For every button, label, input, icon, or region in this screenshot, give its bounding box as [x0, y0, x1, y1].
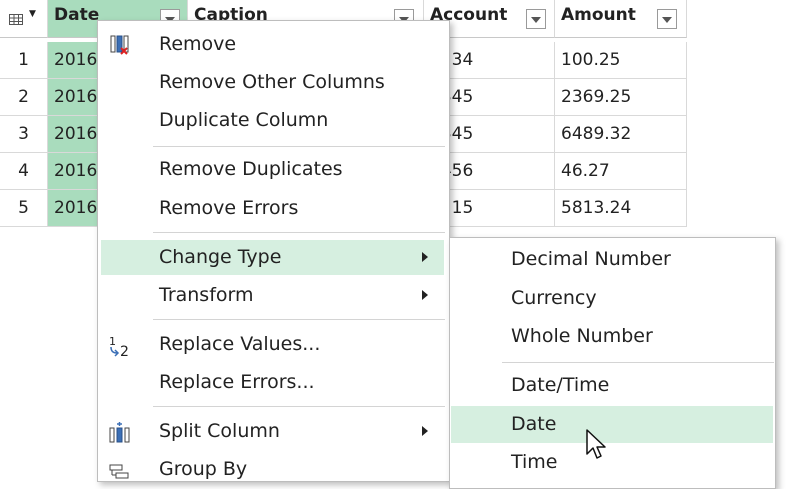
- submenu-item-currency[interactable]: Currency: [451, 280, 773, 317]
- submenu-arrow-icon: [422, 252, 428, 262]
- menu-item-replace-errors[interactable]: Replace Errors...: [101, 365, 444, 400]
- menu-item-label: Duplicate Column: [159, 109, 329, 131]
- submenu-item-whole-number[interactable]: Whole Number: [451, 318, 773, 355]
- table-cell-amount[interactable]: 100.25: [555, 42, 687, 79]
- menu-separator: [153, 406, 445, 407]
- submenu-item-label: Decimal Number: [511, 248, 671, 270]
- menu-separator: [153, 319, 445, 320]
- column-filter-dropdown[interactable]: [657, 9, 677, 29]
- menu-item-group-by[interactable]: Group By: [101, 452, 444, 487]
- table-cell-amount[interactable]: 5813.24: [555, 190, 687, 227]
- menu-item-transform[interactable]: Transform: [101, 278, 444, 313]
- svg-text:2: 2: [120, 344, 129, 358]
- menu-separator: [153, 232, 445, 233]
- mouse-cursor-icon: [586, 429, 606, 459]
- menu-item-change-type[interactable]: Change Type: [101, 240, 444, 275]
- svg-text:1: 1: [109, 335, 116, 348]
- group-by-icon: [109, 464, 129, 479]
- menu-item-label: Remove: [159, 33, 237, 55]
- column-header-label: Date: [54, 5, 100, 25]
- submenu-arrow-icon: [422, 290, 428, 300]
- submenu-item-label: Date/Time: [511, 374, 610, 396]
- row-number[interactable]: 5: [0, 190, 48, 227]
- menu-item-label: Change Type: [159, 246, 282, 268]
- menu-item-remove-other-columns[interactable]: Remove Other Columns: [101, 65, 444, 100]
- column-header-amount[interactable]: Amount: [555, 0, 687, 38]
- chevron-down-icon: ▼: [29, 9, 36, 19]
- submenu-item-date[interactable]: Date: [451, 406, 773, 443]
- submenu-item-label: Time: [511, 451, 558, 473]
- submenu-arrow-icon: [422, 426, 428, 436]
- menu-item-label: Group By: [159, 458, 248, 480]
- menu-item-label: Remove Duplicates: [159, 158, 343, 180]
- row-number[interactable]: 3: [0, 116, 48, 153]
- menu-item-remove-duplicates[interactable]: Remove Duplicates: [101, 152, 444, 187]
- submenu-item-decimal-number[interactable]: Decimal Number: [451, 241, 773, 278]
- row-number[interactable]: 2: [0, 79, 48, 116]
- menu-item-label: Replace Errors...: [159, 371, 315, 393]
- change-type-submenu: Decimal Number Currency Whole Number Dat…: [449, 237, 776, 489]
- table-corner-menu[interactable]: ▼: [0, 0, 48, 38]
- row-number[interactable]: 1: [0, 42, 48, 79]
- remove-column-icon: [110, 35, 129, 55]
- column-header-label: Amount: [561, 5, 636, 25]
- menu-separator: [153, 146, 445, 147]
- menu-item-label: Remove Other Columns: [159, 71, 385, 93]
- column-filter-dropdown[interactable]: [526, 9, 546, 29]
- table-icon: [9, 14, 23, 25]
- row-number[interactable]: 4: [0, 153, 48, 190]
- table-cell-amount[interactable]: 6489.32: [555, 116, 687, 153]
- menu-item-replace-values[interactable]: 1 2 Replace Values...: [101, 327, 444, 362]
- menu-item-duplicate-column[interactable]: Duplicate Column: [101, 103, 444, 138]
- table-cell-amount[interactable]: 46.27: [555, 153, 687, 190]
- split-column-icon: [109, 422, 130, 443]
- menu-separator: [502, 362, 774, 363]
- menu-item-label: Remove Errors: [159, 197, 299, 219]
- table-cell-amount[interactable]: 2369.25: [555, 79, 687, 116]
- menu-item-split-column[interactable]: Split Column: [101, 414, 444, 449]
- menu-item-label: Replace Values...: [159, 333, 321, 355]
- submenu-item-label: Currency: [511, 287, 597, 309]
- submenu-item-label: Whole Number: [511, 325, 653, 347]
- submenu-item-datetime[interactable]: Date/Time: [451, 367, 773, 404]
- submenu-item-time[interactable]: Time: [451, 444, 773, 481]
- menu-item-label: Transform: [159, 284, 254, 306]
- replace-values-icon: 1 2: [109, 335, 129, 358]
- column-context-menu: Remove Remove Other Columns Duplicate Co…: [97, 20, 450, 482]
- submenu-item-label: Date: [511, 413, 557, 435]
- menu-item-remove-errors[interactable]: Remove Errors: [101, 191, 444, 226]
- menu-item-remove[interactable]: Remove: [101, 27, 444, 62]
- menu-item-label: Split Column: [159, 420, 280, 442]
